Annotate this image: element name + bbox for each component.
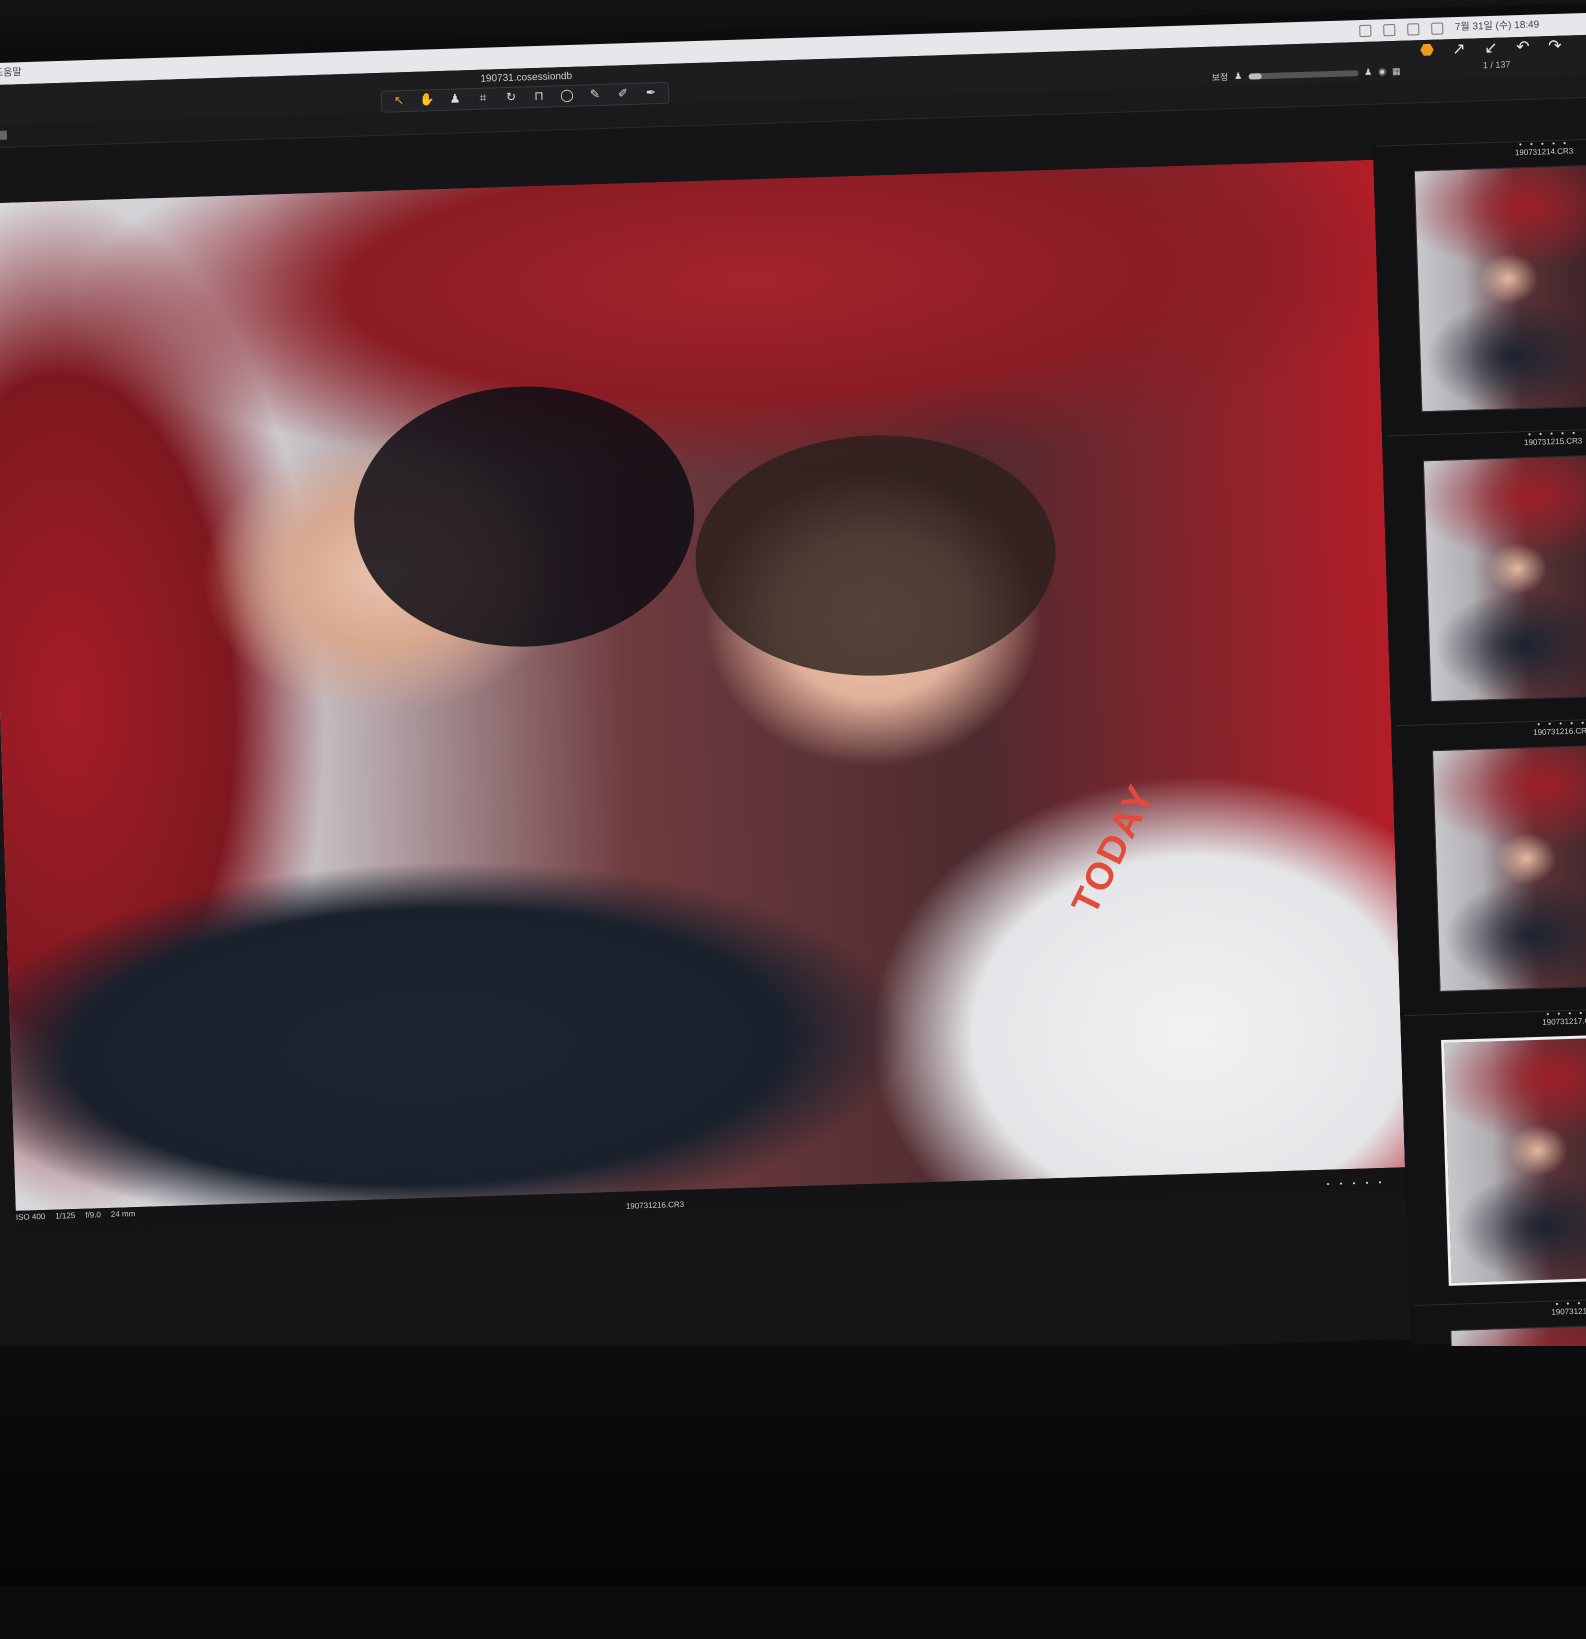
person-icon[interactable]: ♟ — [1234, 71, 1242, 82]
rotate-icon[interactable]: ↻ — [500, 87, 523, 106]
photo-region-left — [350, 381, 699, 652]
thumb-image[interactable] — [1413, 164, 1586, 413]
keystone-icon[interactable]: ⊓ — [528, 87, 551, 106]
meta-aperture: f/9.0 — [85, 1210, 101, 1220]
redo-icon[interactable]: ↷ — [1546, 38, 1565, 57]
thumb-image[interactable] — [1441, 1034, 1586, 1286]
filmstrip-item[interactable]: • • • • • 190731215.CR3 — [1382, 428, 1586, 725]
volume-icon[interactable] — [1406, 23, 1420, 36]
zoom-slider-fill — [1248, 72, 1262, 80]
menu-clock[interactable]: 7월 31일 (수) 18:49 — [1455, 14, 1540, 39]
zoom-slider[interactable] — [1248, 69, 1359, 80]
document-title: 190731.cosessiondb — [480, 70, 573, 85]
grid-icon[interactable]: ▦ — [1392, 66, 1401, 77]
thumb-filename: 190731216.CR3 — [1533, 726, 1586, 737]
thumb-image[interactable] — [1422, 454, 1586, 703]
meta-shutter: 1/125 — [55, 1211, 76, 1221]
adjust-label: 보정 — [1211, 72, 1229, 83]
meta-focal: 24 mm — [110, 1209, 136, 1219]
filmstrip-browser[interactable]: • • • • • 190731214.CR3 • • • • • 190731215… — [1372, 138, 1586, 1572]
thumb-filename: 190731215.CR3 — [1523, 436, 1583, 448]
fit-icon[interactable]: ♟ — [1364, 67, 1372, 78]
filmstrip-item[interactable]: • • • • • 190731214.CR3 — [1373, 138, 1586, 436]
thumb-header: • • • • • 190731214.CR3 — [1376, 138, 1586, 165]
thumb-filename: 190731217.CR3 — [1542, 1016, 1586, 1027]
stamp-icon[interactable]: ♟ — [444, 89, 467, 108]
thumb-filename: 190731214.CR3 — [1514, 146, 1574, 158]
filmstrip-item[interactable]: • • • • •190731217.CR3 — [1400, 1008, 1586, 1305]
viewer-filename: 190731216.CR3 — [625, 1199, 685, 1211]
image-counter: 1 / 137 — [1482, 59, 1511, 71]
cursor-icon[interactable]: ↖ — [388, 91, 411, 110]
thumb-image[interactable] — [1431, 744, 1586, 993]
up-arrow-icon[interactable]: ↗ — [1450, 41, 1469, 60]
undo-icon[interactable]: ↶ — [1514, 39, 1533, 58]
desk-foreground — [0, 1346, 1586, 1586]
viewer-nav-dots[interactable]: • • • • • — [1326, 1178, 1385, 1189]
wifi-icon[interactable] — [1358, 24, 1372, 38]
down-arrow-icon[interactable]: ↙ — [1482, 40, 1501, 59]
image-viewer[interactable]: TODAY ISO 400 1/125 f/9.0 24 mm 19073121… — [0, 159, 1406, 1233]
meta-iso: ISO 400 — [15, 1211, 46, 1222]
collar-embroidery-text: TODAY — [1064, 777, 1164, 922]
crop-icon[interactable]: ⌗ — [472, 88, 495, 107]
capture-toolbar: ⬣ ↗ ↙ ↶ ↷ — [1418, 38, 1564, 61]
spot-icon[interactable]: ◯ — [556, 86, 579, 105]
bluetooth-icon[interactable] — [1382, 23, 1396, 37]
search-icon[interactable] — [1430, 22, 1444, 35]
filmstrip-item[interactable]: • • • • • 190731216.CR3 — [1391, 718, 1586, 1015]
monitor-screen: 도움말 7월 31일 (수) 18:49 190731.cosessiondb … — [0, 12, 1586, 1572]
eye-icon[interactable]: ◉ — [1378, 66, 1386, 77]
viewer-photo[interactable]: TODAY — [0, 159, 1406, 1211]
eraser-icon[interactable]: ✐ — [612, 84, 635, 103]
hand-icon[interactable]: ✋ — [416, 90, 439, 109]
thumb-filename: 190731218.CR3 — [1551, 1305, 1586, 1317]
capture-icon[interactable]: ⬣ — [1418, 42, 1437, 61]
layout-multi-icon[interactable] — [0, 130, 8, 140]
photo-region-right — [691, 429, 1060, 682]
brush-icon[interactable]: ✎ — [584, 85, 607, 104]
picker-icon[interactable]: ✒ — [640, 83, 663, 102]
menu-help[interactable]: 도움말 — [0, 62, 22, 85]
